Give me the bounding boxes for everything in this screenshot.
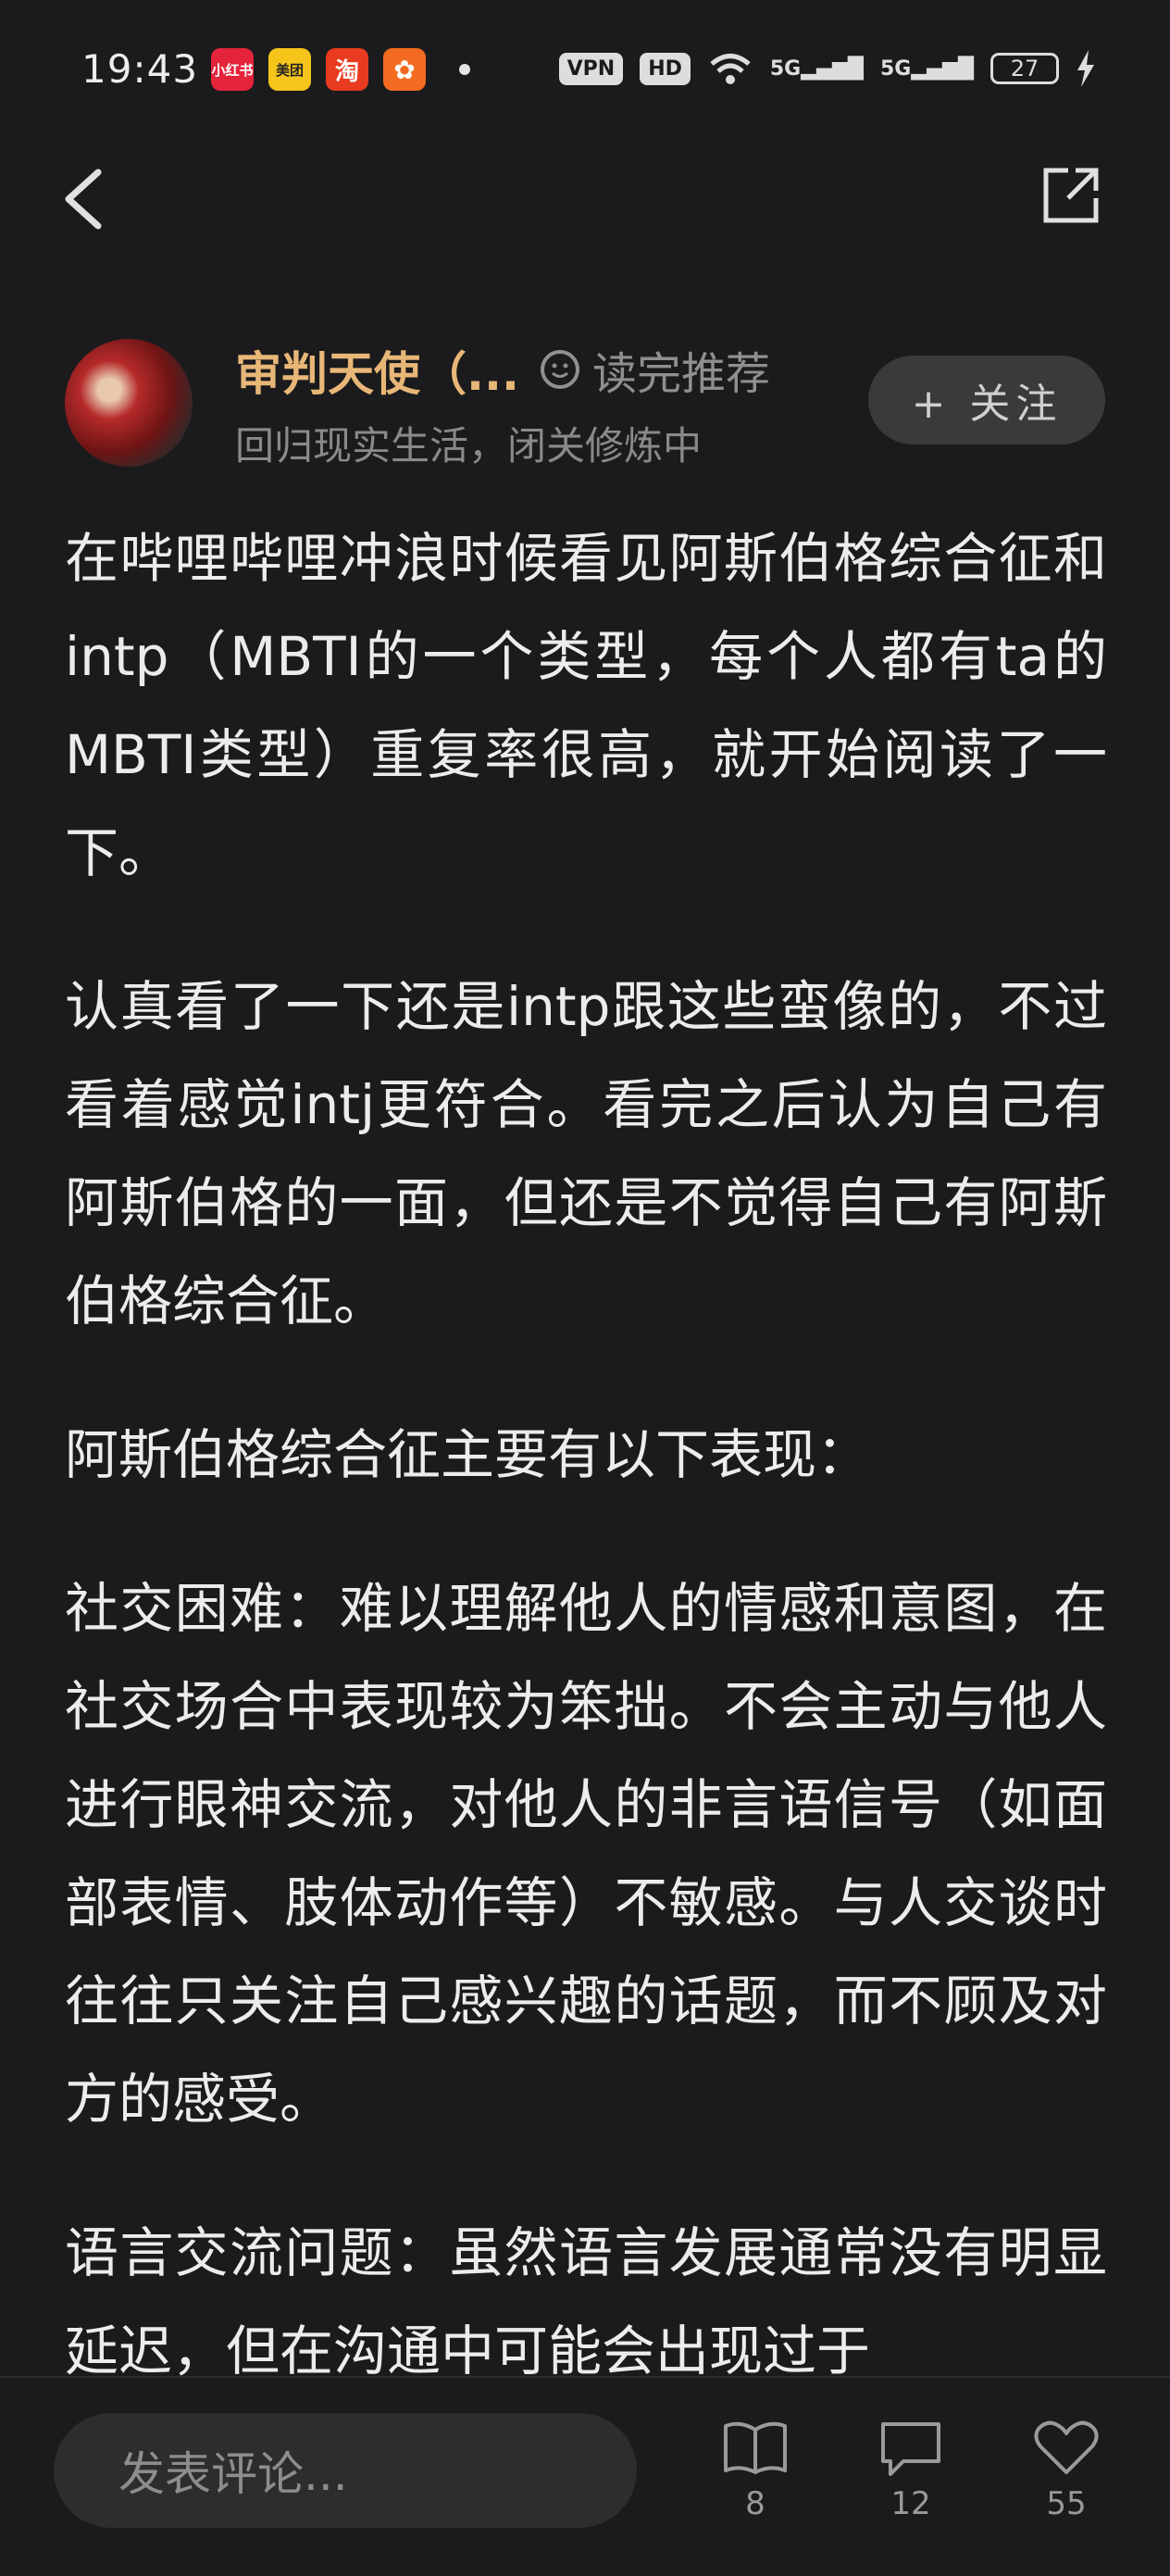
- status-bar: 19:43 小红书 美团 淘 ✿ VPN HD 5G▂▄▆█ 5G▂▄▆█ 27: [0, 0, 1170, 139]
- like-button[interactable]: 55: [1011, 2419, 1122, 2522]
- signal-2-icon: 5G▂▄▆█: [879, 56, 974, 81]
- notification-app-icons: 小红书 美团 淘 ✿: [211, 48, 470, 91]
- follow-button[interactable]: + 关注: [868, 356, 1105, 444]
- author-name[interactable]: 审判天使（...: [235, 337, 519, 404]
- heart-icon: [1034, 2420, 1099, 2474]
- hd-icon: HD: [640, 52, 691, 85]
- read-recommend: 读完推荐: [541, 337, 770, 402]
- charging-icon: [1077, 50, 1094, 87]
- meituan-icon: 美团: [268, 48, 311, 91]
- smile-icon: [541, 350, 579, 389]
- article-paragraph: 阿斯伯格综合征主要有以下表现：: [65, 1423, 871, 1486]
- signal-2-label: 5G: [879, 56, 912, 81]
- comment-icon: [881, 2422, 940, 2476]
- comment-input[interactable]: 发表评论...: [54, 2413, 637, 2528]
- author-avatar[interactable]: [65, 339, 193, 467]
- comment-count: 12: [890, 2485, 931, 2522]
- bottom-action-bar: 发表评论... 8 12 55: [0, 2376, 1170, 2576]
- read-count: 8: [745, 2485, 765, 2522]
- read-recommend-label: 读完推荐: [592, 348, 771, 400]
- app-icon: ✿: [383, 48, 426, 91]
- status-time: 19:43: [81, 46, 199, 92]
- signal-1-icon: 5G▂▄▆█: [769, 56, 864, 81]
- like-count: 55: [1046, 2485, 1087, 2522]
- wifi-icon: [710, 54, 751, 84]
- signal-1-label: 5G: [769, 56, 802, 81]
- comment-button[interactable]: 12: [855, 2419, 966, 2522]
- xiaohongshu-icon: 小红书: [211, 48, 254, 91]
- article-body: 在哔哩哔哩冲浪时候看见阿斯伯格综合征和intp（MBTI的一个类型，每个人都有t…: [65, 509, 1107, 2456]
- article-paragraph: 认真看了一下还是intp跟这些蛮像的，不过看着感觉intj更符合。看完之后认为自…: [65, 975, 1107, 1332]
- system-icons: VPN HD 5G▂▄▆█ 5G▂▄▆█ 27: [558, 50, 1096, 87]
- back-arrow-icon[interactable]: [57, 167, 113, 231]
- article-paragraph: 社交困难：难以理解他人的情感和意图，在社交场合中表现较为笨拙。不会主动与他人进行…: [65, 1577, 1107, 2131]
- author-bio: 回归现实生活，闭关修炼中: [235, 423, 703, 469]
- book-icon: [724, 2421, 787, 2474]
- share-icon[interactable]: [1040, 165, 1102, 226]
- article-paragraph: 语言交流问题：虽然语言发展通常没有明显延迟，但在沟通中可能会出现过于: [65, 2221, 1107, 2382]
- battery-icon: 27: [990, 53, 1059, 84]
- article-paragraph: 在哔哩哔哩冲浪时候看见阿斯伯格综合征和intp（MBTI的一个类型，每个人都有t…: [65, 527, 1107, 884]
- battery-level: 27: [1010, 56, 1039, 81]
- taobao-icon: 淘: [326, 48, 368, 91]
- more-notifications-dot: [459, 64, 470, 75]
- read-button[interactable]: 8: [700, 2419, 811, 2522]
- vpn-icon: VPN: [558, 52, 624, 85]
